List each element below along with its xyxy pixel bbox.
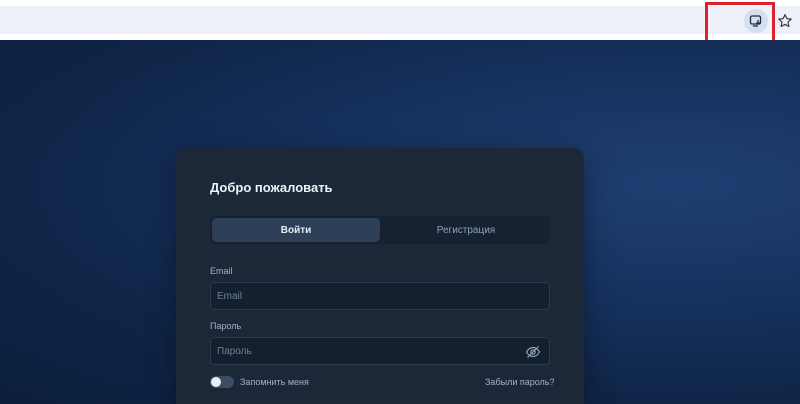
login-card: Добро пожаловать Войти Регистрация Email… (176, 148, 584, 404)
bookmark-button[interactable] (774, 10, 796, 32)
email-field[interactable]: Email (210, 282, 550, 310)
browser-toolbar (0, 0, 800, 44)
tab-login[interactable]: Войти (212, 218, 380, 242)
password-placeholder: Пароль (217, 346, 252, 357)
auth-tabs: Войти Регистрация (210, 216, 550, 244)
email-placeholder: Email (217, 291, 243, 302)
highlight-box (705, 2, 775, 44)
tab-register[interactable]: Регистрация (382, 216, 550, 244)
forgot-password-link[interactable]: Забыли пароль? (485, 377, 554, 387)
star-icon (778, 14, 792, 28)
remember-label: Запомнить меня (240, 377, 309, 387)
password-field[interactable]: Пароль (210, 337, 550, 365)
toggle-knob (211, 377, 221, 387)
email-label: Email (210, 266, 233, 276)
eye-off-icon[interactable] (525, 344, 541, 360)
password-label: Пароль (210, 321, 242, 331)
card-title: Добро пожаловать (210, 180, 333, 195)
address-bar[interactable] (0, 6, 800, 34)
remember-toggle[interactable] (210, 376, 234, 388)
